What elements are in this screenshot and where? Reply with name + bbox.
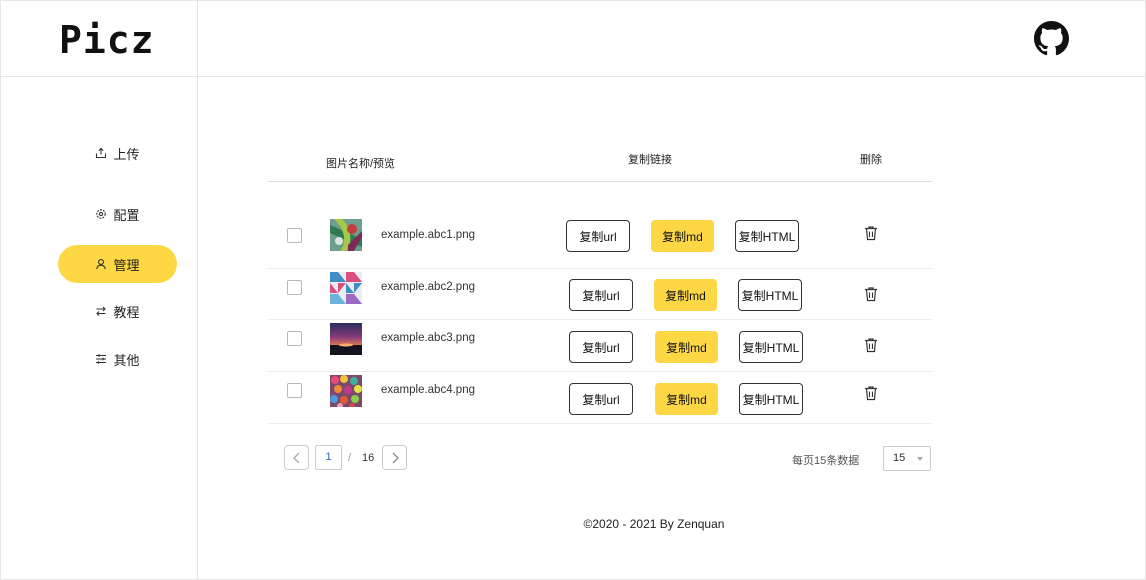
- table-row: example.abc2.png 复制url 复制md 复制HTML: [268, 269, 932, 320]
- per-page-label: 每页15条数据: [792, 455, 860, 467]
- sidebar-item-other[interactable]: 其他: [58, 340, 177, 378]
- copy-url-button[interactable]: 复制url: [569, 279, 633, 311]
- sliders-icon: [96, 354, 107, 364]
- chevron-left-icon: [292, 452, 299, 463]
- table-header: 图片名称/预览 复制链接 删除: [268, 140, 932, 182]
- prev-page-button[interactable]: [284, 445, 309, 470]
- page-separator: /: [348, 452, 352, 464]
- footer-copyright: ©2020 - 2021 By Zenquan: [583, 517, 725, 531]
- github-icon[interactable]: [1034, 21, 1069, 56]
- sidebar-item-label: 教程: [113, 304, 140, 320]
- copy-html-button[interactable]: 复制HTML: [739, 383, 803, 415]
- user-icon: [96, 259, 107, 270]
- copy-md-button[interactable]: 复制md: [655, 331, 718, 363]
- next-page-button[interactable]: [382, 445, 407, 470]
- image-filename: example.abc4.png: [381, 384, 475, 396]
- chevron-right-icon: [392, 452, 399, 463]
- sidebar-item-config[interactable]: 配置: [58, 195, 177, 233]
- top-header: Picz: [0, 0, 1146, 77]
- image-filename: example.abc3.png: [381, 332, 475, 344]
- trash-icon[interactable]: [862, 285, 880, 303]
- copy-url-button[interactable]: 复制url: [569, 383, 633, 415]
- logo-cell: Picz: [0, 0, 198, 77]
- table-row: example.abc3.png 复制url 复制md 复制HTML: [268, 320, 932, 372]
- app-logo[interactable]: Picz: [59, 18, 155, 62]
- page-total: 16: [362, 452, 375, 464]
- row-checkbox[interactable]: [287, 331, 302, 346]
- image-thumbnail[interactable]: [330, 323, 362, 355]
- upload-icon: [96, 147, 107, 159]
- sidebar-item-manage[interactable]: 管理: [58, 245, 177, 283]
- sidebar-item-label: 上传: [113, 146, 140, 162]
- sidebar-item-tutorial[interactable]: 教程: [58, 292, 177, 330]
- copy-url-button[interactable]: 复制url: [566, 220, 630, 252]
- row-checkbox[interactable]: [287, 383, 302, 398]
- copy-html-button[interactable]: 复制HTML: [738, 279, 802, 311]
- row-checkbox[interactable]: [287, 228, 302, 243]
- copy-html-button[interactable]: 复制HTML: [735, 220, 799, 252]
- swap-icon: [96, 306, 107, 316]
- sidebar-item-label: 其他: [113, 352, 140, 368]
- sidebar-item-upload[interactable]: 上传: [58, 134, 177, 172]
- row-checkbox[interactable]: [287, 280, 302, 295]
- sidebar: 上传 配置 管理 教程 其他: [0, 77, 198, 580]
- copy-md-button[interactable]: 复制md: [651, 220, 714, 252]
- sidebar-item-label: 管理: [113, 257, 140, 273]
- copy-html-button[interactable]: 复制HTML: [739, 331, 803, 363]
- sidebar-item-label: 配置: [113, 207, 140, 223]
- table-row: example.abc4.png 复制url 复制md 复制HTML: [268, 372, 932, 424]
- image-filename: example.abc1.png: [381, 229, 475, 241]
- table-row: example.abc1.png 复制url 复制md 复制HTML: [268, 200, 932, 269]
- trash-icon[interactable]: [862, 224, 880, 242]
- trash-icon[interactable]: [862, 384, 880, 402]
- page-number-input[interactable]: 1: [315, 445, 342, 470]
- page-size-value: 15: [893, 452, 906, 464]
- image-thumbnail[interactable]: [330, 272, 362, 304]
- column-header-copy: 复制链接: [628, 154, 672, 166]
- copy-md-button[interactable]: 复制md: [655, 383, 718, 415]
- image-filename: example.abc2.png: [381, 281, 475, 293]
- copy-md-button[interactable]: 复制md: [654, 279, 717, 311]
- page-size-select[interactable]: 15: [883, 446, 931, 471]
- column-header-delete: 删除: [860, 154, 882, 166]
- image-thumbnail[interactable]: [330, 375, 362, 407]
- copy-url-button[interactable]: 复制url: [569, 331, 633, 363]
- trash-icon[interactable]: [862, 336, 880, 354]
- gear-icon: [96, 209, 107, 219]
- column-header-name: 图片名称/预览: [326, 158, 396, 170]
- caret-down-icon: [917, 457, 923, 461]
- image-thumbnail[interactable]: [330, 219, 362, 251]
